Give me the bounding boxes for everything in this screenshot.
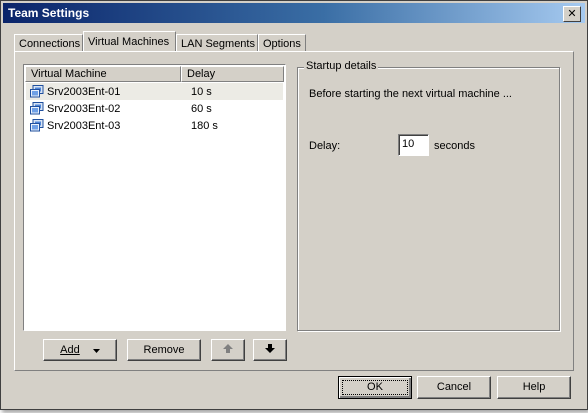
virtual-machine-list[interactable]: Virtual Machine Delay Srv2003Ent-01 10 s [23,64,286,331]
startup-description: Before starting the next virtual machine… [309,88,512,100]
startup-details-title: Startup details [304,60,379,72]
tab-options[interactable]: Options [258,34,306,51]
vm-delay: 10 s [191,85,212,98]
tab-lan-segments-label: LAN Segments [181,38,255,50]
startup-details-group: Startup details Before starting the next… [297,60,560,331]
arrow-down-icon [265,340,275,360]
remove-button[interactable]: Remove [127,339,201,361]
column-header-delay[interactable]: Delay [181,66,284,82]
list-item[interactable]: Srv2003Ent-02 60 s [26,100,283,117]
remove-button-label: Remove [143,344,185,356]
column-header-virtual-machine-label: Virtual Machine [31,68,107,80]
move-up-button[interactable] [211,339,245,361]
vm-delay: 60 s [191,102,212,115]
window-title: Team Settings [8,6,90,20]
virtual-machine-icon [30,85,44,98]
column-header-virtual-machine[interactable]: Virtual Machine [25,66,181,82]
vm-name: Srv2003Ent-02 [47,102,121,115]
focus-rectangle [342,380,408,395]
dropdown-triangle-icon [92,340,100,360]
virtual-machine-icon [30,102,44,115]
virtual-machine-icon [30,119,44,132]
add-button[interactable]: Add [43,339,117,361]
vm-name: Srv2003Ent-01 [47,85,121,98]
close-button[interactable]: ✕ [563,6,581,22]
close-icon: ✕ [567,7,577,20]
add-button-label: Add [60,344,80,356]
tab-connections[interactable]: Connections [14,34,83,51]
help-button-label: Help [522,381,546,393]
team-settings-dialog: Team Settings ✕ Connections Virtual Mach… [0,0,588,410]
cancel-button[interactable]: Cancel [417,376,491,399]
move-down-button[interactable] [253,339,287,361]
tab-connections-label: Connections [19,38,81,50]
tab-lan-segments[interactable]: LAN Segments [176,34,258,51]
column-header-delay-label: Delay [187,68,216,80]
list-header: Virtual Machine Delay [25,66,284,82]
title-bar[interactable]: Team Settings ✕ [3,3,585,23]
ok-button[interactable]: OK [338,376,412,399]
tab-options-label: Options [263,38,301,50]
list-item[interactable]: Srv2003Ent-03 180 s [26,117,283,134]
vm-name: Srv2003Ent-03 [47,119,121,132]
help-button[interactable]: Help [497,376,571,399]
vm-delay: 180 s [191,119,218,132]
cancel-button-label: Cancel [436,381,472,393]
delay-label: Delay: [309,140,341,152]
arrow-up-icon [223,340,233,360]
seconds-label: seconds [434,140,475,152]
list-item[interactable]: Srv2003Ent-01 10 s [26,83,283,100]
delay-seconds-input[interactable]: 10 [398,134,429,156]
tab-virtual-machines-label: Virtual Machines [88,36,170,48]
tab-virtual-machines[interactable]: Virtual Machines [83,31,176,51]
